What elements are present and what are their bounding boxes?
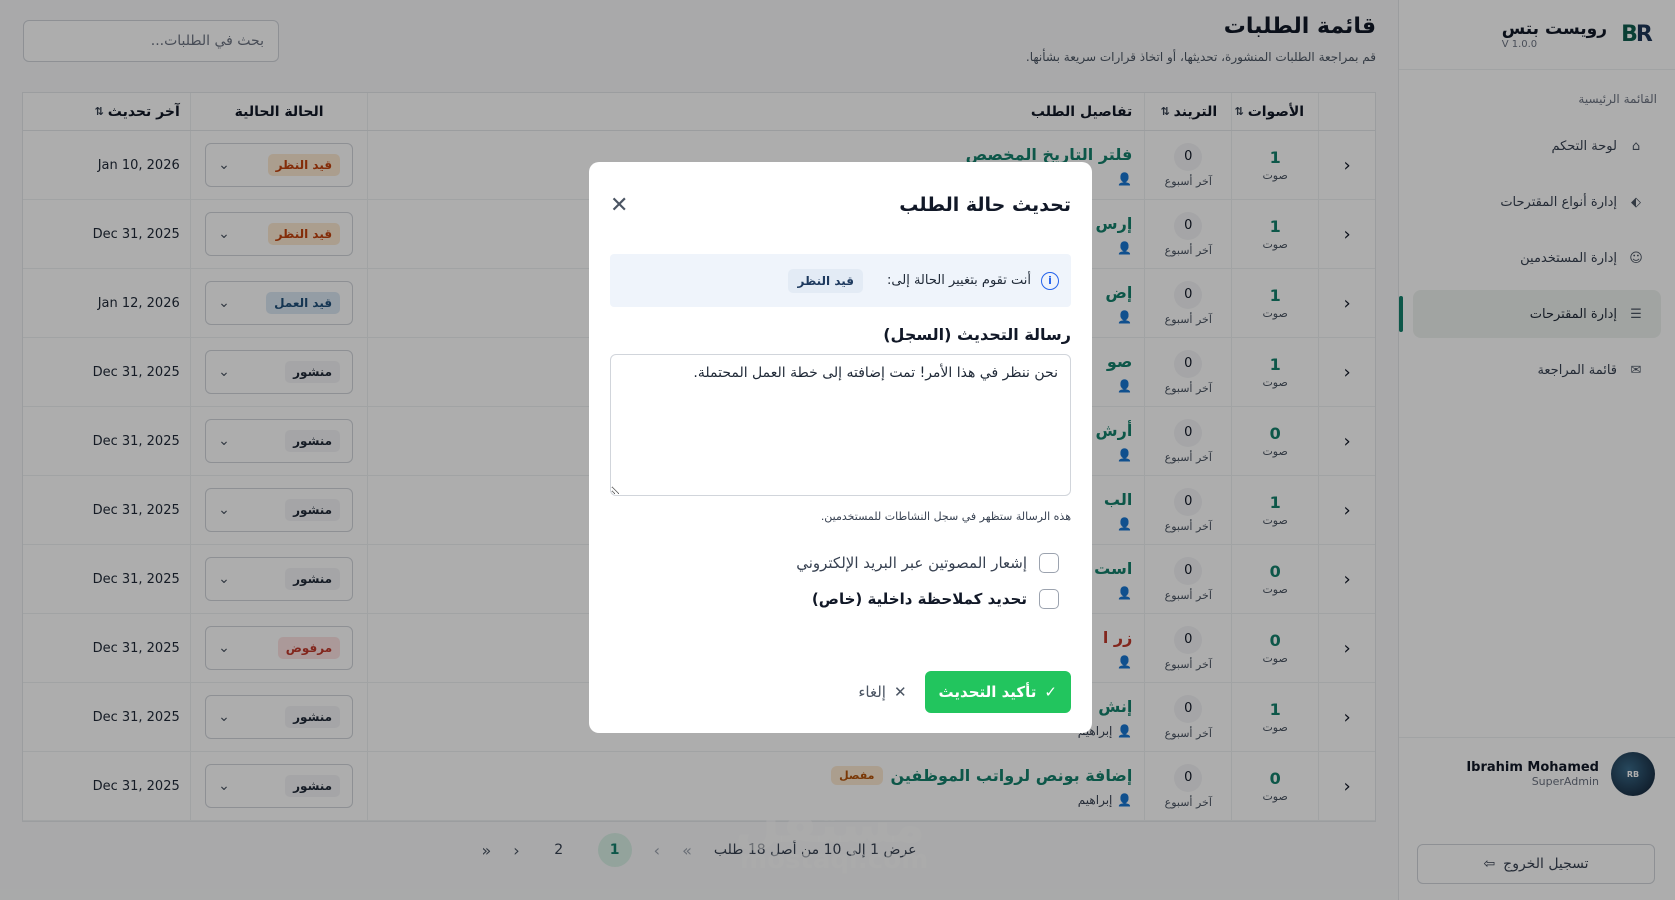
update-status-modal: تحديث حالة الطلب ✕ i أنت تقوم بتغيير الح… bbox=[589, 162, 1092, 733]
message-label: رسالة التحديث (السجل) bbox=[883, 325, 1071, 344]
notify-voters-label: إشعار المصوتين عبر البريد الإلكتروني bbox=[796, 554, 1027, 572]
modal-title: تحديث حالة الطلب bbox=[899, 194, 1071, 216]
info-text: أنت تقوم بتغيير الحالة إلى: bbox=[887, 273, 1031, 288]
message-helper: هذه الرسالة ستظهر في سجل النشاطات للمستخ… bbox=[820, 510, 1071, 523]
cancel-button[interactable]: ✕ إلغاء bbox=[858, 683, 906, 701]
check-icon: ✓ bbox=[1044, 683, 1057, 701]
update-message-textarea[interactable] bbox=[610, 354, 1071, 496]
close-icon[interactable]: ✕ bbox=[610, 193, 628, 218]
info-status-badge: قيد النظر bbox=[788, 268, 864, 293]
notify-voters-option[interactable]: إشعار المصوتين عبر البريد الإلكتروني bbox=[610, 553, 1071, 573]
internal-note-option[interactable]: تحديد كملاحظة داخلية (خاص) bbox=[610, 589, 1071, 609]
internal-note-checkbox[interactable] bbox=[1039, 589, 1059, 609]
info-icon: i bbox=[1041, 271, 1059, 290]
info-bar: i أنت تقوم بتغيير الحالة إلى: قيد النظر bbox=[610, 254, 1071, 307]
internal-note-label: تحديد كملاحظة داخلية (خاص) bbox=[811, 590, 1027, 608]
cancel-x-icon: ✕ bbox=[893, 683, 907, 701]
confirm-update-button[interactable]: ✓ تأكيد التحديث bbox=[924, 671, 1071, 713]
notify-voters-checkbox[interactable] bbox=[1039, 553, 1059, 573]
